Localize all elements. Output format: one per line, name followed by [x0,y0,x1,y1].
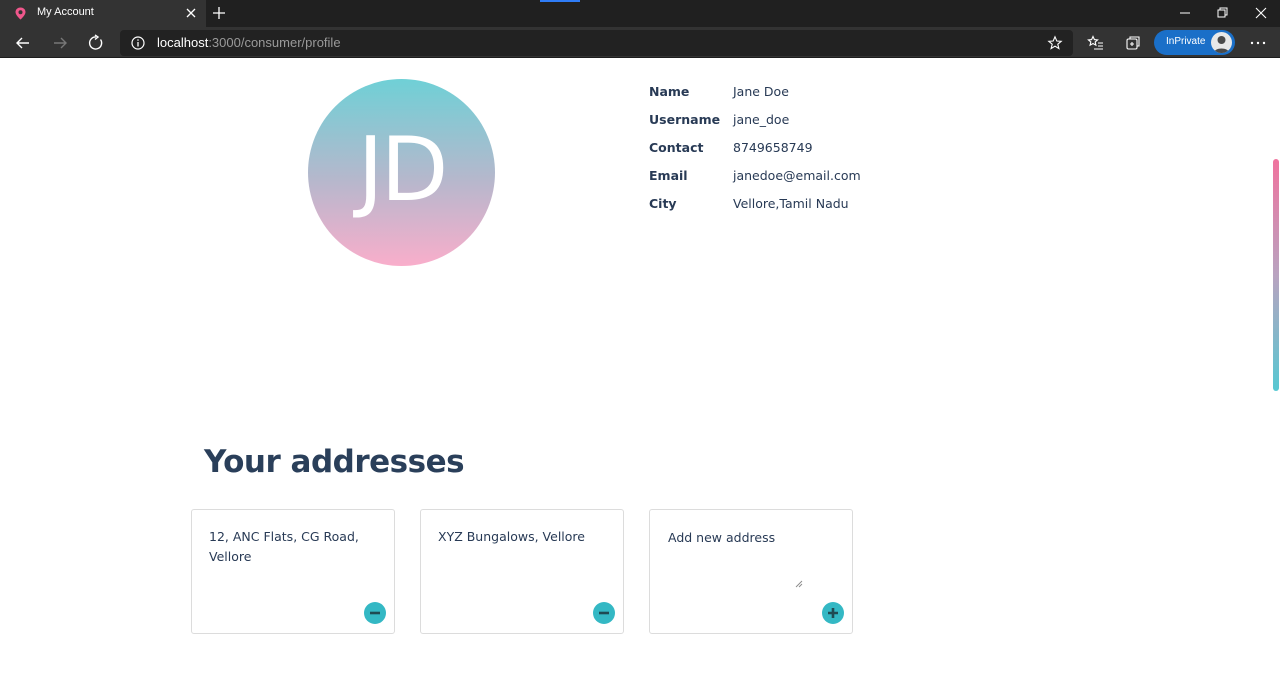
restore-icon[interactable] [1214,5,1230,21]
profile-avatar: JD [308,79,495,266]
favorites-list-icon[interactable] [1087,34,1105,52]
profile-page: JD Name Jane Doe Username jane_doe Conta… [0,59,1280,675]
close-tab-icon[interactable] [184,6,198,20]
detail-value: Jane Doe [733,84,789,99]
new-address-card [649,509,853,634]
detail-label: Username [649,112,721,127]
plus-circle-icon [828,608,838,618]
minus-circle-icon [370,611,380,615]
refresh-icon[interactable] [87,34,105,52]
back-arrow-icon[interactable] [14,34,32,52]
remove-address-button[interactable] [593,602,615,624]
add-address-button[interactable] [822,602,844,624]
url-text: localhost:3000/consumer/profile [157,35,341,50]
browser-tab-bar: My Account [0,0,1280,27]
address-text: 12, ANC Flats, CG Road, Vellore [209,529,359,564]
remove-address-button[interactable] [364,602,386,624]
collections-icon[interactable] [1124,34,1142,52]
app-favicon-icon [15,7,26,20]
favorite-star-icon[interactable] [1047,35,1063,51]
address-card: 12, ANC Flats, CG Road, Vellore [191,509,395,634]
url-host: localhost [157,35,209,50]
close-window-icon[interactable] [1253,5,1269,21]
page-scrollbar[interactable] [1272,159,1280,391]
address-bar[interactable]: localhost:3000/consumer/profile [120,30,1073,56]
new-tab-icon[interactable] [211,5,227,21]
inprivate-label: InPrivate [1166,36,1206,47]
browser-toolbar: localhost:3000/consumer/profile InPrivat… [0,27,1280,58]
minimize-icon[interactable] [1177,5,1193,21]
url-path: :3000/consumer/profile [208,35,341,50]
detail-label: Contact [649,140,704,155]
resize-grip-icon[interactable] [795,580,803,588]
scrollbar-thumb[interactable] [1273,159,1279,391]
tab-accent-line [540,0,580,2]
detail-value: 8749658749 [733,140,813,155]
inprivate-button[interactable]: InPrivate [1154,30,1235,55]
site-info-icon[interactable] [130,35,146,51]
addresses-heading: Your addresses [204,444,465,480]
address-text: XYZ Bungalows, Vellore [438,529,585,544]
detail-label: City [649,196,677,211]
profile-avatar-icon [1211,32,1232,53]
tab-title: My Account [37,6,94,18]
avatar-initials: JD [357,118,449,221]
browser-tab[interactable]: My Account [0,0,206,27]
detail-value: Vellore,Tamil Nadu [733,196,849,211]
detail-label: Name [649,84,690,99]
more-options-icon[interactable] [1248,33,1268,53]
detail-label: Email [649,168,688,183]
address-card: XYZ Bungalows, Vellore [420,509,624,634]
forward-arrow-icon[interactable] [51,34,69,52]
new-address-input[interactable] [668,522,804,590]
detail-value: jane_doe [733,112,790,127]
detail-value: janedoe@email.com [733,168,861,183]
minus-circle-icon [599,611,609,615]
